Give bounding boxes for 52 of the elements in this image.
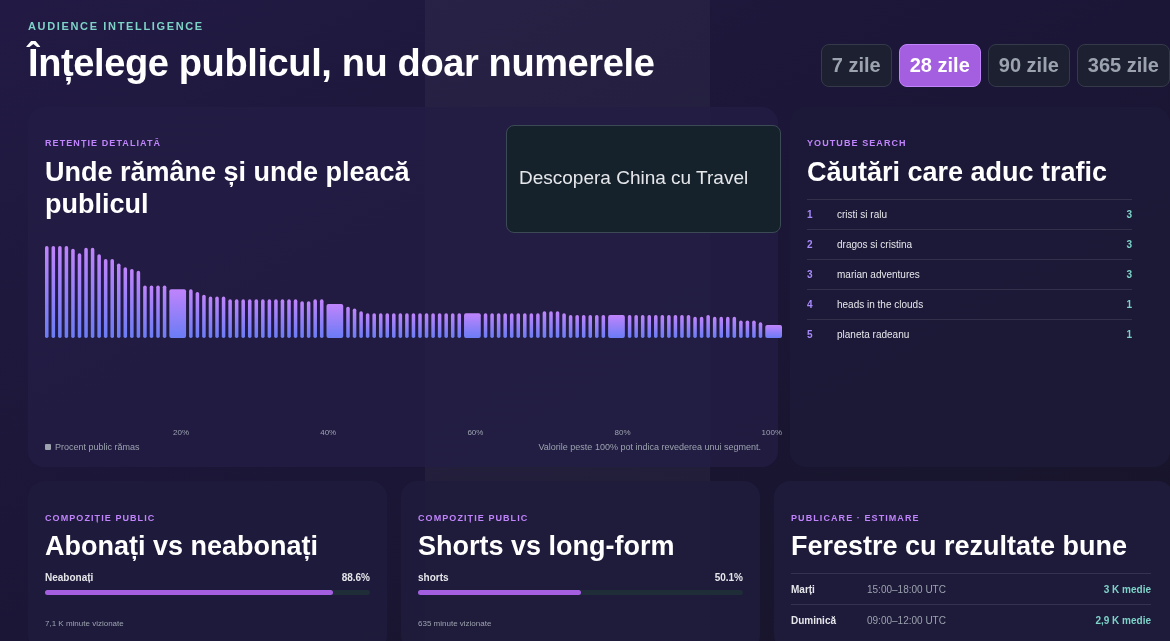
card-title: Abonați vs neabonați <box>45 530 320 562</box>
metric-value: 50.1% <box>714 571 743 585</box>
average-value: 3 K medie <box>1103 582 1151 597</box>
eyebrow-label: PUBLICARE · ESTIMARE <box>791 511 921 525</box>
metric-label: shorts <box>418 571 449 585</box>
range-tab[interactable]: 365 zile <box>1076 43 1170 87</box>
eyebrow-label: YOUTUBE SEARCH <box>807 136 908 150</box>
metric-value: 88.6% <box>341 571 370 585</box>
time-range: 15:00–18:00 UTC <box>867 582 947 597</box>
legend-label: Procent public rămas <box>55 440 140 454</box>
metric-label: Neabonați <box>45 571 94 585</box>
card-title: Căutări care aduc trafic <box>807 156 1109 188</box>
axis-label: 20% <box>173 426 189 439</box>
eyebrow-label: AUDIENCE INTELLIGENCE <box>28 19 205 34</box>
search-query: planeta radeanu <box>837 328 911 342</box>
axis-label: 80% <box>614 426 631 439</box>
footnote: 7,1 K minute vizionate <box>45 618 125 630</box>
average-value: 2,9 K medie <box>1095 613 1151 628</box>
video-title-overlay: Descopera China cu Travel <box>506 124 781 233</box>
footnote: 635 minute vizionate <box>418 618 493 630</box>
search-count: 3 <box>1126 268 1132 282</box>
axis-label: 100% <box>761 426 782 439</box>
eyebrow-label: COMPOZIȚIE PUBLIC <box>418 511 530 525</box>
search-query: heads in the clouds <box>837 298 925 312</box>
legend-swatch-icon <box>45 444 51 451</box>
card-title: Shorts vs long-form <box>418 530 676 562</box>
rank-number: 2 <box>807 238 814 252</box>
search-count: 3 <box>1126 208 1132 222</box>
eyebrow-label: COMPOZIȚIE PUBLIC <box>45 511 157 525</box>
axis-label: 60% <box>467 426 484 439</box>
eyebrow-label: RETENȚIE DETALIATĂ <box>45 136 163 150</box>
search-query: dragos si cristina <box>837 238 914 252</box>
rank-number: 5 <box>807 328 814 342</box>
search-count: 3 <box>1126 238 1132 252</box>
range-tab[interactable]: 28 zile <box>898 43 981 87</box>
card-title: Ferestre cu rezultate bune <box>791 530 1129 562</box>
search-count: 1 <box>1126 328 1132 342</box>
day-label: Duminică <box>791 613 837 628</box>
search-count: 1 <box>1126 298 1132 312</box>
search-query: cristi si ralu <box>837 208 888 222</box>
range-tab[interactable]: 7 zile <box>820 43 892 87</box>
range-tab[interactable]: 90 zile <box>987 43 1070 87</box>
axis-label: 40% <box>320 426 337 439</box>
rank-number: 4 <box>807 298 814 312</box>
page-title: Înțelege publicul, nu doar numerele <box>28 40 655 87</box>
search-query: marian adventures <box>837 268 921 282</box>
rank-number: 1 <box>807 208 814 222</box>
card-title: Unde rămâne și unde pleacă publicul <box>45 156 411 220</box>
chart-note: Valorile peste 100% pot indica revederea unui segment. <box>538 440 761 454</box>
rank-number: 3 <box>807 268 814 282</box>
time-range: 09:00–12:00 UTC <box>867 613 947 628</box>
day-label: Marți <box>791 582 816 597</box>
